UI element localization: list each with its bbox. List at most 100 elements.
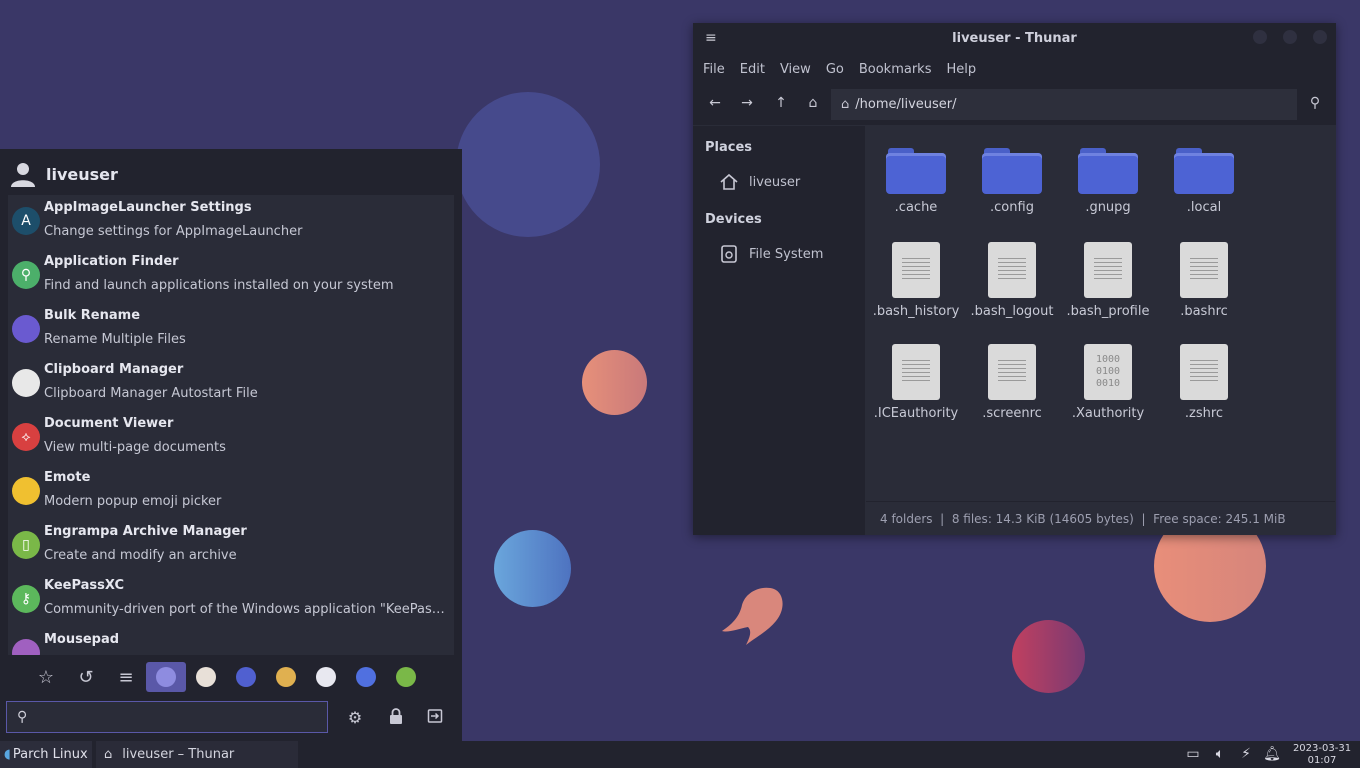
wallpaper-circle: [582, 350, 647, 415]
location-bar[interactable]: ⌂ /home/liveuser/: [831, 89, 1297, 120]
window-title: liveuser - Thunar: [952, 31, 1077, 46]
app-description: Modern popup emoji picker: [44, 494, 222, 509]
app-description: Create and modify an archive: [44, 548, 237, 563]
category-button[interactable]: [386, 662, 426, 692]
search-box[interactable]: ⚲: [6, 701, 328, 733]
app-list-item[interactable]: Emote Modern popup emoji picker: [8, 465, 454, 519]
application-menu: liveuser A AppImageLauncher Settings Chang…: [0, 149, 462, 741]
file-name: .Xauthority: [1071, 406, 1145, 421]
maximize-button[interactable]: [1283, 30, 1297, 44]
menu-help[interactable]: Help: [946, 62, 976, 77]
app-list-item[interactable]: Clipboard Manager Clipboard Manager Autos…: [8, 357, 454, 411]
close-button[interactable]: [1313, 30, 1327, 44]
text-file-icon: [1180, 344, 1228, 400]
folder-icon: [982, 148, 1042, 194]
menu-bookmarks[interactable]: Bookmarks: [859, 62, 932, 77]
category-button[interactable]: [266, 662, 306, 692]
file-name: .cache: [894, 200, 938, 215]
sidebar-item-home[interactable]: liveuser: [719, 172, 800, 192]
binary-file-icon: 1000 0100 0010: [1084, 344, 1132, 400]
app-list-item[interactable]: Mousepad: [8, 627, 454, 655]
app-list-item[interactable]: ▯ Engrampa Archive Manager Create and modi…: [8, 519, 454, 573]
category-button[interactable]: [186, 662, 226, 692]
file-item[interactable]: .gnupg: [1060, 148, 1156, 215]
home-icon: ⌂: [104, 747, 113, 762]
app-list-item[interactable]: ⚷ KeePassXC Community-driven port of the W…: [8, 573, 454, 627]
application-list: A AppImageLauncher Settings Change setting…: [8, 195, 454, 655]
forward-arrow-icon[interactable]: →: [737, 95, 757, 111]
app-name: Clipboard Manager: [44, 362, 184, 377]
category-button[interactable]: ☆: [26, 662, 66, 692]
app-list-item[interactable]: ⚲ Application Finder Find and launch appli…: [8, 249, 454, 303]
category-button[interactable]: [346, 662, 386, 692]
category-button[interactable]: [226, 662, 266, 692]
file-name: .bash_profile: [1066, 304, 1150, 319]
up-arrow-icon[interactable]: ↑: [771, 95, 791, 111]
file-name: .local: [1186, 200, 1222, 215]
app-name: AppImageLauncher Settings: [44, 200, 252, 215]
menu-edit[interactable]: Edit: [740, 62, 765, 77]
file-item[interactable]: .config: [964, 148, 1060, 215]
app-name: Bulk Rename: [44, 308, 141, 323]
status-text: 4 folders | 8 files: 14.3 KiB (14605 byt…: [880, 511, 1286, 526]
file-item[interactable]: .zshrc: [1156, 344, 1252, 421]
search-input[interactable]: [39, 706, 323, 730]
app-icon: [12, 369, 40, 397]
home-icon[interactable]: ⌂: [803, 95, 823, 111]
back-arrow-icon[interactable]: ←: [705, 95, 725, 111]
clock-date: 2023-03-31: [1292, 743, 1352, 754]
power-manager-icon[interactable]: ⚡︎: [1237, 746, 1255, 762]
category-button[interactable]: ↺: [66, 662, 106, 692]
search-icon[interactable]: ⚲: [1305, 95, 1325, 111]
app-name: Engrampa Archive Manager: [44, 524, 247, 539]
volume-icon[interactable]: 🔈︎: [1211, 746, 1229, 762]
file-item[interactable]: .bashrc: [1156, 242, 1252, 319]
app-name: Document Viewer: [44, 416, 174, 431]
app-list-item[interactable]: Bulk Rename Rename Multiple Files: [8, 303, 454, 357]
file-item[interactable]: .bash_logout: [964, 242, 1060, 319]
display-icon[interactable]: ▭: [1184, 746, 1202, 762]
file-item[interactable]: .bash_history: [868, 242, 964, 319]
task-label: liveuser – Thunar: [122, 747, 235, 762]
notifications-bell-icon[interactable]: 🔔︎: [1263, 746, 1281, 762]
file-item[interactable]: .ICEauthority: [868, 344, 964, 421]
folder-icon: [886, 148, 946, 194]
wallpaper-bird-logo: [722, 587, 783, 645]
app-list-item[interactable]: A AppImageLauncher Settings Change setting…: [8, 195, 454, 249]
file-name: .bash_history: [872, 304, 960, 319]
file-item[interactable]: .screenrc: [964, 344, 1060, 421]
menu-view[interactable]: View: [780, 62, 811, 77]
menu-go[interactable]: Go: [826, 62, 844, 77]
file-item[interactable]: .cache: [868, 148, 964, 215]
app-list-item[interactable]: ⟡ Document Viewer View multi-page document…: [8, 411, 454, 465]
sidebar-item-filesystem[interactable]: File System: [719, 244, 823, 264]
menu-file[interactable]: File: [703, 62, 725, 77]
lock-screen-icon[interactable]: [385, 708, 407, 728]
binary-glyph: 1000 0100 0010: [1095, 354, 1121, 389]
app-icon: ⚷: [12, 585, 40, 613]
category-button[interactable]: [146, 662, 186, 692]
whisker-menu-button[interactable]: ◖ Parch Linux: [0, 741, 92, 768]
text-file-icon: [988, 242, 1036, 298]
folder-icon: [1078, 148, 1138, 194]
app-description: Change settings for AppImageLauncher: [44, 224, 303, 239]
app-icon: ▯: [12, 531, 40, 559]
file-item[interactable]: .bash_profile: [1060, 242, 1156, 319]
taskbar-window-thunar[interactable]: ⌂ liveuser – Thunar: [96, 741, 298, 768]
app-name: KeePassXC: [44, 578, 125, 593]
multimedia-icon: [356, 667, 376, 687]
favorites-icon: ☆: [37, 666, 55, 688]
log-out-icon[interactable]: [424, 708, 446, 728]
text-file-icon: [1180, 242, 1228, 298]
category-button[interactable]: ≡: [106, 662, 146, 692]
file-item[interactable]: .local: [1156, 148, 1252, 215]
minimize-button[interactable]: [1253, 30, 1267, 44]
app-description: Community-driven port of the Windows app…: [44, 602, 450, 617]
settings-gear-icon[interactable]: ⚙: [344, 708, 366, 727]
title-bar: ≡ liveuser - Thunar: [693, 23, 1336, 53]
category-button[interactable]: [306, 662, 346, 692]
file-item[interactable]: 1000 0100 0010 .Xauthority: [1060, 344, 1156, 421]
menu-bar: File Edit View Go Bookmarks Help: [693, 53, 1336, 85]
all-apps-icon: ≡: [118, 666, 134, 688]
clock[interactable]: 2023-03-31 01:07: [1289, 743, 1355, 767]
